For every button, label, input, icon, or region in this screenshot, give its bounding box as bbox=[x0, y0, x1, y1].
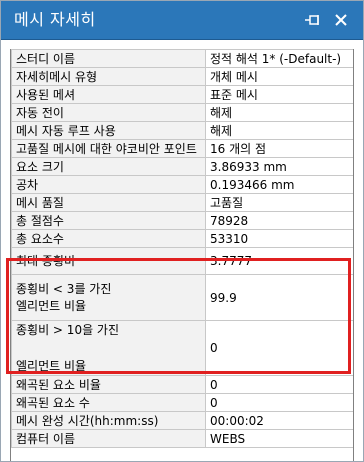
details-grid[interactable]: 스터디 이름 정적 해석 1* (-Default-) 자세히메시 유형 개체 … bbox=[10, 49, 354, 462]
row-value-jacobian-points: 16 개의 점 bbox=[205, 139, 353, 158]
row-label-auto-loop: 메시 자동 루프 사용 bbox=[11, 121, 206, 140]
row-label-mesher-used: 사용된 메셔 bbox=[11, 85, 206, 104]
table-row[interactable]: 요소 크기 3.86933 mm bbox=[11, 157, 353, 176]
row-label-distorted-count: 왜곡된 요소 수 bbox=[11, 393, 206, 412]
row-label-tolerance: 공차 bbox=[11, 175, 206, 194]
row-value-auto-transition: 해제 bbox=[205, 103, 353, 122]
table-row[interactable]: 사용된 메셔 표준 메시 bbox=[11, 85, 353, 104]
table-row[interactable]: 총 절점수 78928 bbox=[11, 211, 353, 230]
pin-icon[interactable] bbox=[304, 12, 322, 28]
row-label-jacobian-points: 고품질 메시에 대한 야코비안 포인트 bbox=[11, 139, 206, 158]
row-label-aspect-lt-3: 종횡비 < 3를 가진 엘리먼트 비율 bbox=[11, 274, 206, 321]
row-label-aspect-gt-10-line2: 엘리먼트 비율 bbox=[16, 359, 87, 373]
row-value-aspect-gt-10: 0 bbox=[205, 320, 353, 376]
row-value-max-aspect-ratio: 3.7777 bbox=[205, 247, 353, 275]
row-value-mesh-quality: 고품질 bbox=[205, 193, 353, 212]
table-row[interactable]: 컴퓨터 이름 WEBS bbox=[11, 429, 353, 448]
row-value-total-elements: 53310 bbox=[205, 229, 353, 248]
table-row[interactable]: 자동 전이 해제 bbox=[11, 103, 353, 122]
row-value-auto-loop: 해제 bbox=[205, 121, 353, 140]
row-value-element-size: 3.86933 mm bbox=[205, 157, 353, 176]
row-label-mesh-quality: 메시 품질 bbox=[11, 193, 206, 212]
details-table: 스터디 이름 정적 해석 1* (-Default-) 자세히메시 유형 개체 … bbox=[11, 49, 353, 448]
row-label-max-aspect-ratio: 최대 종횡비 bbox=[11, 247, 206, 275]
table-row[interactable]: 최대 종횡비 3.7777 bbox=[11, 247, 353, 275]
row-value-aspect-lt-3: 99.9 bbox=[205, 274, 353, 321]
table-row[interactable]: 메시 품질 고품질 bbox=[11, 193, 353, 212]
row-value-distorted-ratio: 0 bbox=[205, 375, 353, 394]
row-label-element-size: 요소 크기 bbox=[11, 157, 206, 176]
row-value-computer-name: WEBS bbox=[205, 429, 353, 448]
table-row[interactable]: 왜곡된 요소 수 0 bbox=[11, 393, 353, 412]
table-row[interactable]: 메시 자동 루프 사용 해제 bbox=[11, 121, 353, 140]
row-value-mesh-time: 00:00:02 bbox=[205, 411, 353, 430]
table-row[interactable]: 종횡비 < 3를 가진 엘리먼트 비율 99.9 bbox=[11, 274, 353, 321]
row-label-aspect-lt-3-line1: 종횡비 < 3를 가진 bbox=[16, 281, 112, 296]
close-icon[interactable] bbox=[332, 11, 350, 29]
table-row[interactable]: 메시 완성 시간(hh:mm:ss) 00:00:02 bbox=[11, 411, 353, 430]
table-row[interactable]: 총 요소수 53310 bbox=[11, 229, 353, 248]
table-row[interactable]: 왜곡된 요소 비율 0 bbox=[11, 375, 353, 394]
row-label-auto-transition: 자동 전이 bbox=[11, 103, 206, 122]
row-label-aspect-gt-10: 종횡비 > 10을 가진 엘리먼트 비율 bbox=[11, 320, 206, 376]
table-row[interactable]: 공차 0.193466 mm bbox=[11, 175, 353, 194]
row-value-study-name: 정적 해석 1* (-Default-) bbox=[205, 49, 353, 68]
row-value-distorted-count: 0 bbox=[205, 393, 353, 412]
row-label-aspect-lt-3-line2: 엘리먼트 비율 bbox=[16, 298, 87, 313]
table-row[interactable]: 종횡비 > 10을 가진 엘리먼트 비율 0 bbox=[11, 320, 353, 376]
row-label-aspect-gt-10-line1: 종횡비 > 10을 가진 bbox=[16, 323, 120, 337]
row-value-total-nodes: 78928 bbox=[205, 211, 353, 230]
row-value-mesh-type: 개체 메시 bbox=[205, 67, 353, 86]
mesh-details-window: 메시 자세히 스터디 이름 정적 해석 1* (-Default-) 자세히메시… bbox=[0, 0, 364, 462]
table-row[interactable]: 자세히메시 유형 개체 메시 bbox=[11, 67, 353, 86]
row-value-tolerance: 0.193466 mm bbox=[205, 175, 353, 194]
row-label-distorted-ratio: 왜곡된 요소 비율 bbox=[11, 375, 206, 394]
table-row[interactable]: 고품질 메시에 대한 야코비안 포인트 16 개의 점 bbox=[11, 139, 353, 158]
row-value-mesher-used: 표준 메시 bbox=[205, 85, 353, 104]
window-title: 메시 자세히 bbox=[14, 10, 96, 29]
row-label-mesh-time: 메시 완성 시간(hh:mm:ss) bbox=[11, 411, 206, 430]
row-label-total-nodes: 총 절점수 bbox=[11, 211, 206, 230]
row-label-mesh-type: 자세히메시 유형 bbox=[11, 67, 206, 86]
row-label-total-elements: 총 요소수 bbox=[11, 229, 206, 248]
table-row[interactable]: 스터디 이름 정적 해석 1* (-Default-) bbox=[11, 49, 353, 68]
row-label-computer-name: 컴퓨터 이름 bbox=[11, 429, 206, 448]
row-label-study-name: 스터디 이름 bbox=[11, 49, 206, 68]
title-bar: 메시 자세히 bbox=[0, 0, 364, 40]
row-label-spacer bbox=[16, 339, 202, 357]
